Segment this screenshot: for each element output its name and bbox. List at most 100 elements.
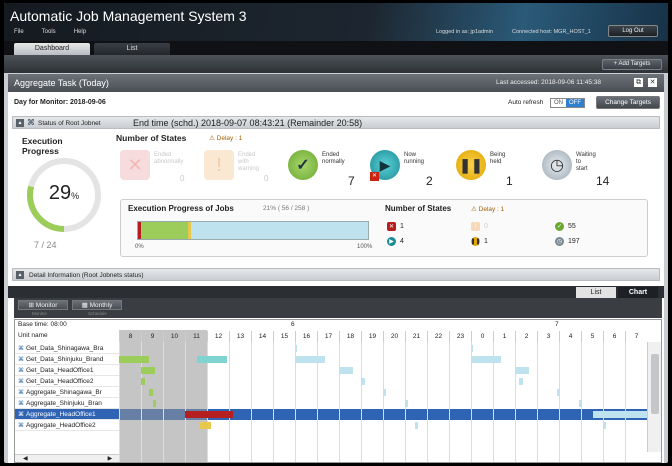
gantt-bar[interactable] — [603, 422, 606, 429]
jobs-state-held[interactable]: ❚❚ 1 — [470, 237, 488, 246]
hour-label: 6 — [603, 331, 625, 342]
gantt-bar[interactable] — [295, 356, 325, 363]
error-icon: ✕ — [387, 222, 396, 231]
gantt-toolbar: ⊞ Monitor ▦ Monthly Monitor Schedule — [14, 298, 662, 318]
gantt-bar[interactable] — [557, 389, 560, 396]
grid-line — [339, 342, 340, 462]
gantt-row[interactable]: ⌘ Get_Data_Shinagawa_Bra — [15, 343, 119, 354]
gantt-row[interactable]: ⌘ Get_Data_HeadOffice2 — [15, 376, 119, 387]
gantt-row[interactable]: ⌘ Get_Data_HeadOffice1 — [15, 365, 119, 376]
grid-line — [229, 342, 230, 462]
main-tabs: Dashboard List — [4, 41, 668, 55]
jobs-state-waiting[interactable]: ◷ 197 — [555, 237, 580, 246]
hour-label: 0 — [471, 331, 493, 342]
unit-name: Get_Data_Shinjuku_Brand — [26, 356, 104, 363]
gantt-row[interactable]: ⌘ Get_Data_Shinjuku_Brand — [15, 354, 119, 365]
progress-donut: 29% — [24, 155, 104, 235]
collapse-icon[interactable]: ▲ — [16, 119, 24, 127]
gantt-bar[interactable] — [383, 389, 386, 396]
hour-label: 7 — [625, 331, 647, 342]
tab-view-chart[interactable]: Chart — [618, 287, 658, 298]
gantt-bar[interactable] — [579, 400, 582, 407]
unit-name: Aggregate_HeadOffice2 — [26, 422, 96, 429]
status-section-header[interactable]: ▲ ⌘ Status of Root Jobnet End time (schd… — [12, 116, 660, 129]
close-icon[interactable]: ✕ — [648, 78, 657, 87]
toggle-off[interactable]: OFF — [566, 99, 584, 107]
jobs-state-warning[interactable]: ! 0 — [471, 222, 488, 231]
bar-segment-done — [141, 222, 188, 239]
monitor-button[interactable]: ⊞ Monitor — [18, 300, 68, 310]
gantt-row[interactable]: ⌘ Aggregate_Shinjuku_Bran — [15, 398, 119, 409]
gantt-bar[interactable] — [339, 367, 353, 374]
hour-label: 3 — [537, 331, 559, 342]
jobs-progress-panel: Execution Progress of Jobs 21% ( 56 / 25… — [120, 199, 648, 257]
hour-label: 23 — [449, 331, 471, 342]
grid-line — [515, 342, 516, 462]
check-icon: ✓ — [288, 150, 318, 180]
grid-line — [383, 342, 384, 462]
day-label-7: 7 — [555, 321, 559, 328]
grid-line — [537, 342, 538, 462]
jobnet-icon: ⌘ — [18, 412, 24, 418]
gantt-row[interactable]: ⌘ Aggregate_HeadOffice1 — [15, 409, 119, 420]
play-icon: ▶ — [387, 237, 396, 246]
unit-name: Get_Data_HeadOffice1 — [26, 367, 94, 374]
toggle-on[interactable]: ON — [551, 99, 566, 107]
tab-dashboard[interactable]: Dashboard — [14, 43, 90, 55]
change-targets-button[interactable]: Change Targets — [596, 96, 660, 109]
grid-line — [163, 342, 164, 462]
gantt-bar[interactable] — [199, 422, 211, 429]
menu-tools[interactable]: Tools — [42, 29, 56, 35]
jobs-progress-percent: 21% ( 56 / 258 ) — [263, 205, 310, 212]
jobs-state-running[interactable]: ▶ 4 — [387, 237, 404, 246]
monthly-button[interactable]: ▦ Monthly — [72, 300, 122, 310]
gantt-bar[interactable] — [519, 378, 523, 385]
grid-line — [273, 342, 274, 462]
hour-label: 15 — [273, 331, 295, 342]
vertical-scrollbar[interactable] — [647, 342, 661, 452]
gantt-row[interactable]: ⌘ Aggregate_Shinagawa_Br — [15, 387, 119, 398]
grid-line — [449, 342, 450, 462]
logout-button[interactable]: Log Out — [608, 25, 658, 37]
gantt-bar[interactable] — [515, 367, 529, 374]
progress-count: 7 / 24 — [34, 240, 57, 250]
gantt-bar[interactable] — [471, 345, 473, 352]
monitor-sublabel: Monitor — [32, 311, 48, 316]
gantt-row[interactable]: ⌘ Aggregate_HeadOffice2 — [15, 420, 119, 431]
hour-label: 19 — [361, 331, 383, 342]
popout-icon[interactable]: ⧉ — [634, 78, 643, 87]
detail-section-header[interactable]: ▲ Detail Information (Root Jobnets statu… — [12, 268, 660, 281]
gantt-bar[interactable] — [185, 411, 233, 418]
scroll-thumb[interactable] — [651, 354, 659, 414]
jobs-state-normal[interactable]: ✓ 55 — [555, 222, 576, 231]
jobs-delay-label: ⚠ Delay : 1 — [471, 206, 505, 213]
collapse-icon[interactable]: ▲ — [16, 271, 24, 279]
gantt-bar[interactable] — [141, 367, 155, 374]
auto-refresh-toggle[interactable]: ON OFF — [550, 98, 585, 108]
gantt-bar[interactable] — [119, 356, 149, 363]
jobs-progress-bar — [137, 221, 369, 240]
gantt-bar[interactable] — [593, 411, 647, 418]
menu-file[interactable]: File — [14, 29, 24, 35]
gantt-bar[interactable] — [149, 389, 153, 396]
unit-name: Aggregate_Shinagawa_Br — [26, 389, 102, 396]
gantt-bar[interactable] — [415, 422, 418, 429]
menu-help[interactable]: Help — [74, 29, 86, 35]
jobs-state-abnormal[interactable]: ✕ 1 — [387, 222, 404, 231]
count: 0 — [180, 174, 185, 183]
horizontal-scrollbar[interactable]: ◀ ▶ — [15, 454, 119, 462]
gantt-bar[interactable] — [361, 378, 365, 385]
gantt-bar[interactable] — [405, 400, 408, 407]
gantt-bar[interactable] — [197, 356, 227, 363]
tab-list[interactable]: List — [94, 43, 170, 55]
gantt-bar[interactable] — [471, 356, 501, 363]
unit-name-header: Unit name — [18, 332, 48, 339]
app-window: Automatic Job Management System 3 File T… — [4, 3, 668, 463]
gantt-bar[interactable] — [295, 345, 297, 352]
hour-label: 2 — [515, 331, 537, 342]
gantt-bar[interactable] — [153, 400, 156, 407]
add-targets-button[interactable]: + Add Targets — [602, 59, 662, 70]
gantt-bar[interactable] — [141, 378, 145, 385]
tab-view-list[interactable]: List — [576, 287, 616, 298]
check-icon: ✓ — [555, 222, 564, 231]
